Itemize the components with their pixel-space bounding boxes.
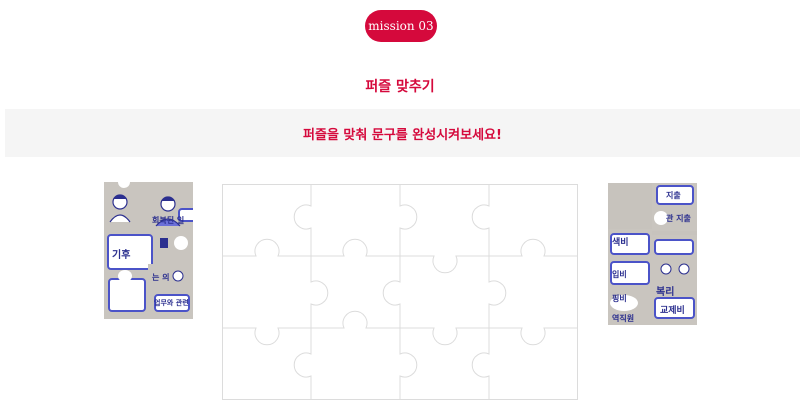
puzzle-piece[interactable]: [104, 270, 148, 319]
puzzle-piece[interactable]: 핑비 역직원: [608, 289, 652, 325]
instruction-text: 퍼즐을 맞춰 문구를 완성시켜보세요!: [303, 127, 502, 143]
piece-label: 복리: [656, 287, 675, 298]
piece-label: 입비: [612, 270, 627, 279]
puzzle-piece[interactable]: 회복된 일: [148, 182, 193, 230]
piece-label: 회복된 일: [152, 216, 185, 225]
piece-label: 지출: [666, 191, 681, 200]
left-piece-tray: 회복된 일 기후 는 의 업무와 관련: [104, 182, 193, 319]
piece-label: 색비: [612, 238, 629, 248]
puzzle-piece[interactable]: 복리 교제비: [652, 279, 697, 325]
puzzle-piece[interactable]: 는 의 업무와 관련: [148, 264, 193, 319]
mission-badge: mission 03: [365, 10, 437, 42]
puzzle-piece[interactable]: [652, 235, 697, 259]
person-illustration-icon: [109, 194, 131, 223]
right-piece-tray: 지출 관 지출 색비 입비 핑비 역직원 복리 교제비: [608, 183, 697, 325]
person-illustration-icon: [172, 270, 184, 282]
puzzle-piece[interactable]: [104, 182, 152, 230]
piece-label: 교제비: [660, 306, 685, 316]
instruction-banner: 퍼즐을 맞춰 문구를 완성시켜보세요!: [5, 109, 800, 157]
puzzle-piece[interactable]: 지출: [652, 183, 697, 209]
puzzle-grid: [222, 184, 578, 400]
piece-label: 핑비: [612, 294, 627, 303]
puzzle-piece[interactable]: 색비: [608, 229, 652, 259]
page-title: 퍼즐 맞추기: [365, 79, 435, 95]
piece-label: 역직원: [612, 314, 635, 323]
puzzle-piece[interactable]: 입비: [608, 259, 652, 289]
piece-label: 관 지출: [666, 214, 691, 223]
puzzle-board[interactable]: [222, 184, 578, 400]
piece-label: 기후: [112, 250, 131, 261]
puzzle-piece[interactable]: 관 지출: [652, 209, 697, 231]
